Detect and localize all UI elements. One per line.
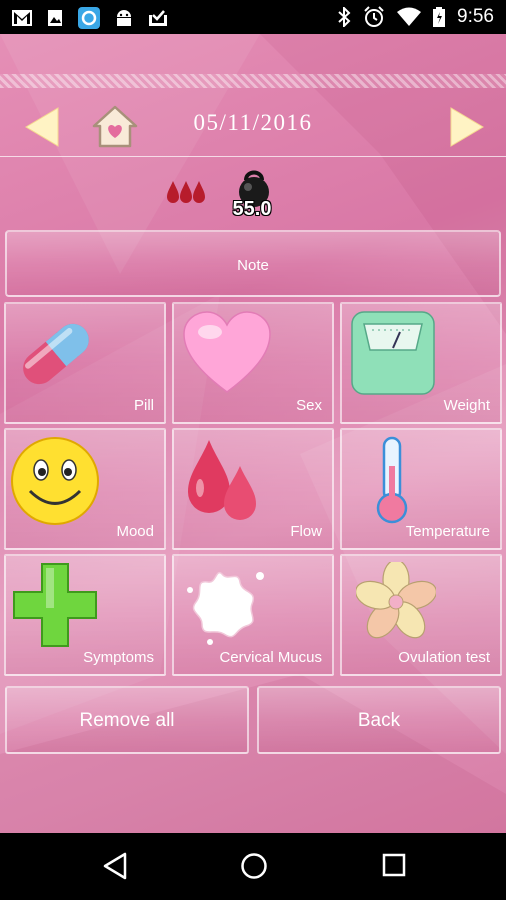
gmail-icon (12, 10, 32, 26)
battery-icon (433, 7, 446, 27)
header-divider (0, 156, 506, 157)
tile-label: Temperature (405, 523, 490, 540)
recents-nav-icon[interactable] (382, 852, 406, 878)
tile-sex[interactable]: Sex (172, 302, 334, 424)
tile-cervical-mucus[interactable]: Cervical Mucus (172, 554, 334, 676)
decorative-stripe (0, 74, 506, 88)
weight-value: 55.0 (232, 198, 272, 220)
heart-icon (183, 311, 271, 393)
tile-flow[interactable]: Flow (172, 428, 334, 550)
clock: 9:56 (457, 6, 494, 27)
splash-icon (187, 571, 264, 645)
tile-ovulation-test[interactable]: Ovulation test (340, 554, 502, 676)
bluetooth-icon (338, 7, 351, 27)
tile-temperature[interactable]: Temperature (340, 428, 502, 550)
tile-label: Cervical Mucus (219, 649, 322, 666)
back-nav-icon[interactable] (102, 852, 128, 880)
wifi-icon (397, 7, 422, 26)
android-icon (117, 10, 131, 26)
remove-all-button[interactable]: Remove all (5, 686, 249, 754)
app-screen: 05/11/2016 55.0 Note Pill Sex Weight Moo… (0, 34, 506, 833)
drops-icon (188, 440, 256, 520)
alarm-icon (364, 6, 384, 27)
photo-icon (48, 10, 62, 26)
tile-weight[interactable]: Weight (340, 302, 502, 424)
smiley-icon (11, 437, 99, 525)
tile-label: Weight (443, 397, 490, 414)
back-button[interactable]: Back (257, 686, 501, 754)
tile-label: Ovulation test (398, 649, 490, 666)
tile-symptoms[interactable]: Symptoms (4, 554, 166, 676)
download-done-icon (149, 10, 167, 26)
status-bar: 9:56 (0, 0, 506, 34)
note-button[interactable]: Note (5, 230, 501, 297)
tile-label: Mood (116, 523, 154, 540)
home-nav-icon[interactable] (240, 852, 268, 880)
pill-icon (23, 323, 89, 385)
tile-label: Flow (290, 523, 322, 540)
scale-icon (351, 311, 435, 395)
right-arrow-icon[interactable] (447, 106, 487, 148)
left-arrow-icon[interactable] (22, 106, 62, 148)
three-blood-drops-icon (167, 181, 205, 203)
tile-mood[interactable]: Mood (4, 428, 166, 550)
system-nav-bar (0, 833, 506, 900)
plus-cross-icon (13, 563, 97, 647)
home-heart-icon[interactable] (92, 104, 138, 148)
sync-app-icon (78, 7, 100, 29)
tile-label: Sex (296, 397, 322, 414)
current-date[interactable]: 05/11/2016 (150, 110, 356, 136)
tile-label: Symptoms (83, 649, 154, 666)
flower-icon (356, 562, 436, 639)
tile-label: Pill (133, 397, 154, 414)
tile-pill[interactable]: Pill (4, 302, 166, 424)
thermometer-icon (376, 436, 408, 524)
